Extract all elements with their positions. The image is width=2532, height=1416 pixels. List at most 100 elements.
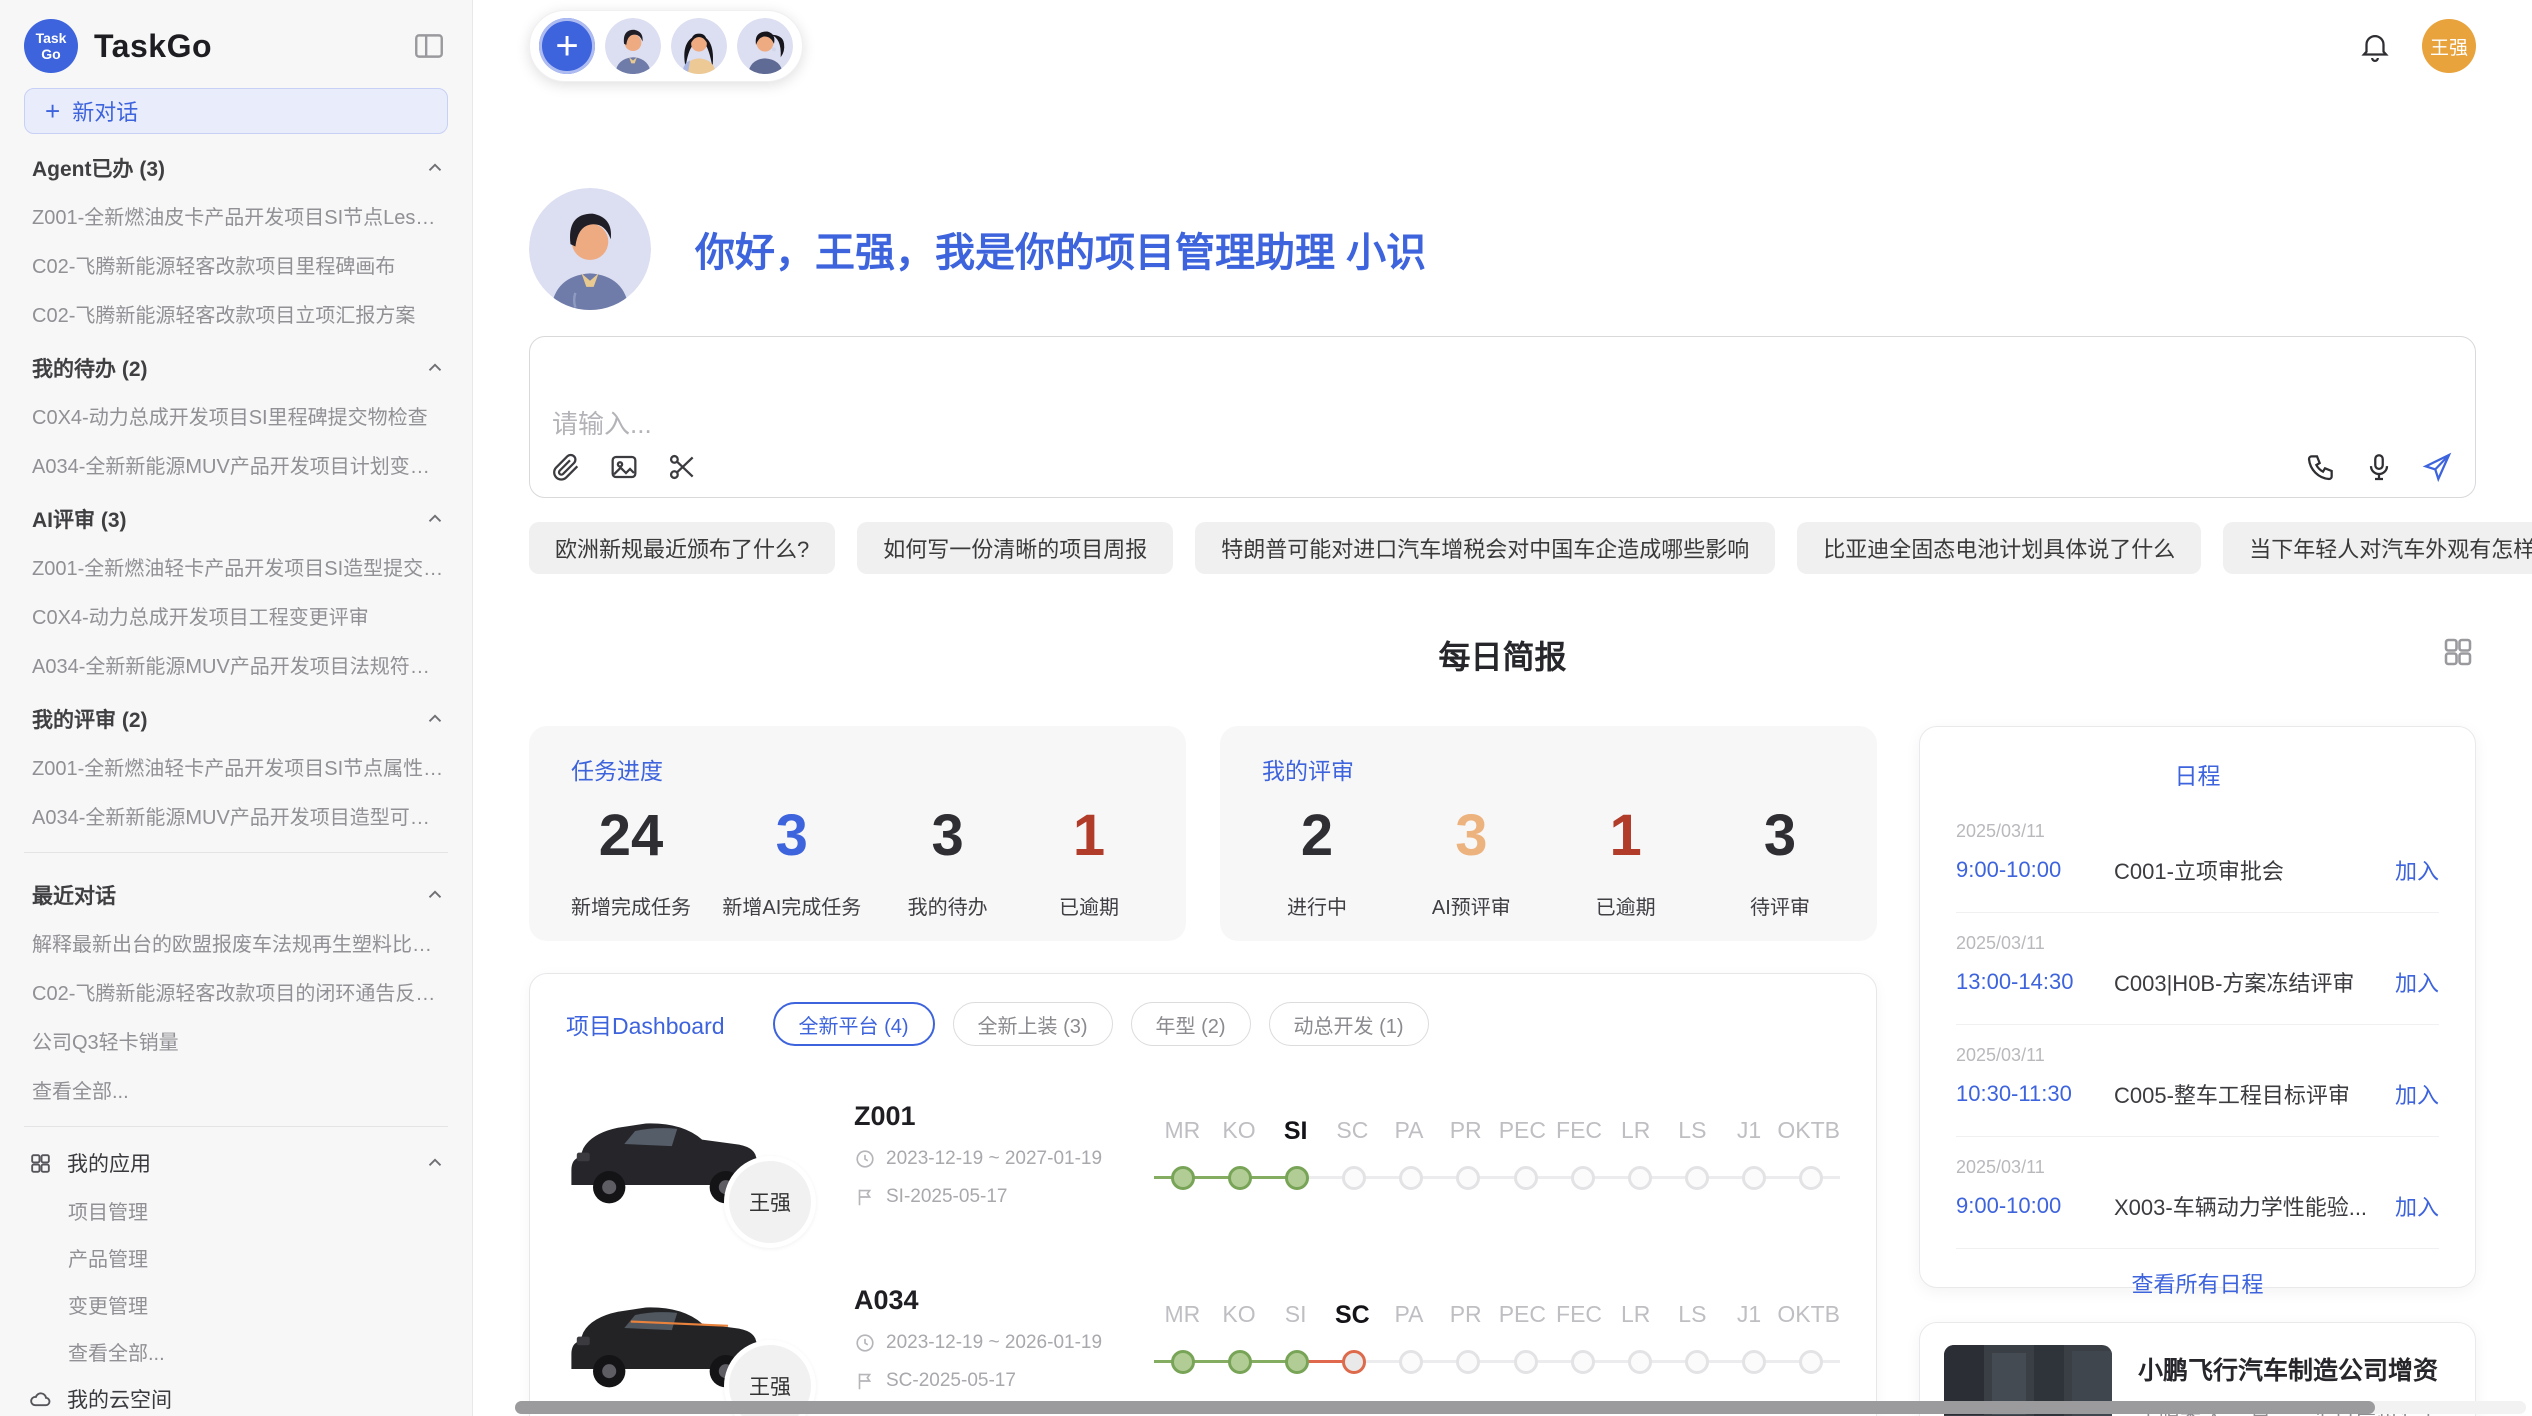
section-recent-chats[interactable]: 最近对话 xyxy=(24,865,448,918)
agent-avatar-1[interactable] xyxy=(605,18,661,74)
stat-value: 2 xyxy=(1262,802,1372,869)
section-label: 我的待办 (2) xyxy=(32,353,148,383)
view-all-schedule-link[interactable]: 查看所有日程 xyxy=(1956,1249,2439,1299)
milestone-label: LR xyxy=(1607,1117,1664,1146)
recent-chat-item[interactable]: 公司Q3轻卡销量 xyxy=(24,1016,448,1065)
divider xyxy=(24,852,448,853)
send-icon[interactable] xyxy=(2421,451,2453,483)
phone-icon[interactable] xyxy=(2305,451,2337,483)
stat-value: 3 xyxy=(893,802,1003,869)
sidebar-item[interactable]: Z001-全新燃油皮卡产品开发项目SI节点Lesson Learn报告 xyxy=(24,191,448,240)
chevron-up-icon[interactable] xyxy=(424,1152,446,1174)
sidebar-item[interactable]: Z001-全新燃油轻卡产品开发项目SI造型提交物评审 xyxy=(24,542,448,591)
schedule-time: 9:00-10:00 xyxy=(1956,1193,2114,1219)
sidebar-item-cloud-space[interactable]: 我的云空间 xyxy=(24,1375,448,1416)
app-link-change-mgmt[interactable]: 变更管理 xyxy=(24,1281,448,1328)
chevron-up-icon[interactable] xyxy=(424,157,446,179)
chevron-up-icon[interactable] xyxy=(424,884,446,906)
milestone-node xyxy=(1611,1348,1668,1376)
new-chat-button[interactable]: + 新对话 xyxy=(24,88,448,134)
suggestion-chip[interactable]: 特朗普可能对进口汽车增税会对中国车企造成哪些影响 xyxy=(1195,522,1775,574)
milestone-node xyxy=(1554,1348,1611,1376)
composer[interactable]: 请输入... xyxy=(529,336,2476,498)
stat-label: 待评审 xyxy=(1725,891,1835,920)
image-icon[interactable] xyxy=(608,451,640,483)
section-my-todo[interactable]: 我的待办 (2) xyxy=(24,338,448,391)
milestone-node xyxy=(1669,1164,1726,1192)
sidebar-item[interactable]: A034-全新新能源MUV产品开发项目计划变更表编写 xyxy=(24,440,448,489)
join-button[interactable]: 加入 xyxy=(2395,966,2439,998)
dashboard-title: 项目Dashboard xyxy=(566,1007,725,1041)
app-logo: Task Go xyxy=(24,19,78,73)
milestone-node xyxy=(1268,1348,1325,1376)
sidebar-item[interactable]: C0X4-动力总成开发项目工程变更评审 xyxy=(24,591,448,640)
stat-label: 我的待办 xyxy=(893,891,1003,920)
stat-review-overdue: 1 已逾期 xyxy=(1571,802,1681,920)
project-dates: 2023-12-19 ~ 2027-01-19 xyxy=(886,1148,1102,1170)
sidebar-item[interactable]: C02-飞腾新能源轻客改款项目里程碑画布 xyxy=(24,240,448,289)
project-row-z001[interactable]: 王强 Z001 2023-12-19 ~ 2027-01-19 SI-2025-… xyxy=(566,1090,1840,1218)
user-avatar[interactable]: 王强 xyxy=(2422,19,2476,73)
project-row-a034[interactable]: 王强 A034 2023-12-19 ~ 2026-01-19 SC-2025-… xyxy=(566,1274,1840,1402)
sidebar-item[interactable]: A034-全新新能源MUV产品开发项目法规符合性评审 xyxy=(24,640,448,689)
agent-avatar-3[interactable] xyxy=(737,18,793,74)
recent-chat-item[interactable]: C02-飞腾新能源轻客改款项目的闭环通告反馈情况 xyxy=(24,967,448,1016)
sidebar-item[interactable]: C02-飞腾新能源轻客改款项目立项汇报方案 xyxy=(24,289,448,338)
sidebar: Task Go TaskGo + 新对话 Agent已办 (3) Z001-全新… xyxy=(0,0,473,1416)
chevron-up-icon[interactable] xyxy=(424,357,446,379)
milestone-label: FEC xyxy=(1551,1117,1608,1146)
schedule-date: 2025/03/11 xyxy=(1956,933,2439,954)
schedule-item: 2025/03/11 9:00-10:00 C001-立项审批会 加入 xyxy=(1956,801,2439,913)
milestone-node xyxy=(1383,1164,1440,1192)
cloud-icon xyxy=(28,1387,53,1412)
view-all-apps-link[interactable]: 查看全部... xyxy=(24,1328,448,1375)
join-button[interactable]: 加入 xyxy=(2395,854,2439,886)
suggestion-chip[interactable]: 当下年轻人对汽车外观有怎样的喜好趋势 xyxy=(2223,522,2532,574)
daily-brief-title: 每日简报 xyxy=(1438,639,1566,675)
paperclip-icon[interactable] xyxy=(550,451,582,483)
agent-avatar-2[interactable] xyxy=(671,18,727,74)
suggestion-chip[interactable]: 如何写一份清晰的项目周报 xyxy=(857,522,1173,574)
join-button[interactable]: 加入 xyxy=(2395,1078,2439,1110)
section-agent-done[interactable]: Agent已办 (3) xyxy=(24,138,448,191)
sidebar-item-my-apps[interactable]: 我的应用 xyxy=(24,1139,448,1187)
app-link-product-mgmt[interactable]: 产品管理 xyxy=(24,1234,448,1281)
milestone-node xyxy=(1726,1164,1783,1192)
bell-icon[interactable] xyxy=(2358,29,2392,63)
section-my-review[interactable]: 我的评审 (2) xyxy=(24,689,448,742)
stat-label: AI预评审 xyxy=(1416,891,1526,920)
filter-new-platform[interactable]: 全新平台 (4) xyxy=(773,1002,935,1046)
horizontal-scrollbar[interactable] xyxy=(515,1401,2526,1414)
layout-grid-icon[interactable] xyxy=(2440,634,2476,670)
stat-new-done: 24 新增完成任务 xyxy=(571,802,691,920)
sidebar-item[interactable]: Z001-全新燃油轻卡产品开发项目SI节点属性5D文件评审 xyxy=(24,742,448,791)
filter-new-body[interactable]: 全新上装 (3) xyxy=(953,1002,1113,1046)
stat-value: 1 xyxy=(1571,802,1681,869)
filter-model-year[interactable]: 年型 (2) xyxy=(1131,1002,1251,1046)
view-all-chats-link[interactable]: 查看全部... xyxy=(24,1065,448,1114)
sidebar-item[interactable]: A034-全新新能源MUV产品开发项目造型可行性评审 xyxy=(24,791,448,840)
scissors-icon[interactable] xyxy=(666,451,698,483)
section-ai-review[interactable]: AI评审 (3) xyxy=(24,489,448,542)
chevron-up-icon[interactable] xyxy=(424,708,446,730)
composer-input[interactable]: 请输入... xyxy=(530,404,2475,451)
app-link-project-mgmt[interactable]: 项目管理 xyxy=(24,1187,448,1234)
mic-icon[interactable] xyxy=(2363,451,2395,483)
milestone-node-overdue xyxy=(1326,1348,1383,1376)
project-flag: SC-2025-05-17 xyxy=(886,1370,1016,1392)
suggestion-chip[interactable]: 欧洲新规最近颁布了什么? xyxy=(529,522,835,574)
milestone-label: LR xyxy=(1607,1301,1664,1330)
milestone-label: J1 xyxy=(1721,1301,1778,1330)
stat-value: 1 xyxy=(1034,802,1144,869)
scrollbar-thumb[interactable] xyxy=(515,1401,2375,1414)
recent-chat-item[interactable]: 解释最新出台的欧盟报废车法规再生塑料比例被调至15%... xyxy=(24,918,448,967)
assistant-avatar xyxy=(529,188,651,310)
join-button[interactable]: 加入 xyxy=(2395,1190,2439,1222)
filter-powertrain[interactable]: 动总开发 (1) xyxy=(1269,1002,1429,1046)
suggestion-chip[interactable]: 比亚迪全固态电池计划具体说了什么 xyxy=(1797,522,2201,574)
milestone-label: MR xyxy=(1154,1301,1211,1330)
sidebar-item[interactable]: C0X4-动力总成开发项目SI里程碑提交物检查 xyxy=(24,391,448,440)
collapse-sidebar-button[interactable] xyxy=(410,27,448,65)
chevron-up-icon[interactable] xyxy=(424,508,446,530)
add-agent-button[interactable]: + xyxy=(539,18,595,74)
